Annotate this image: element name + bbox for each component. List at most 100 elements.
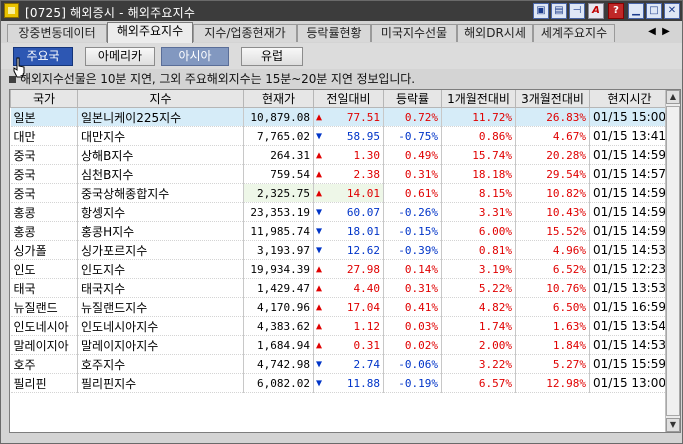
tab-world-indices[interactable]: 세계주요지수: [533, 24, 615, 42]
up-triangle-icon: ▲: [316, 301, 323, 313]
window-a-icon[interactable]: ▣: [533, 3, 549, 19]
cell-index-name: 심천B지수: [77, 164, 244, 184]
pin-icon[interactable]: ⊣: [569, 3, 585, 19]
cell-country: 뉴질랜드: [10, 297, 78, 317]
cell-rate: -0.06%: [383, 354, 442, 374]
cell-country: 태국: [10, 278, 78, 298]
change-value: 12.62: [346, 243, 380, 257]
table-row[interactable]: 중국 상해B지수 264.31 ▲ 1.30 0.49% 15.74% 20.28% 01/15…: [10, 145, 670, 165]
header-time[interactable]: 현지시간: [589, 90, 670, 108]
change-value: 18.01: [346, 224, 380, 238]
cell-rate: -0.39%: [383, 240, 442, 260]
cell-3m-change: 4.96%: [515, 240, 590, 260]
table-row[interactable]: 뉴질랜드 뉴질랜드지수 4,170.96 ▲ 17.04 0.41% 4.82% 6.50% 0…: [10, 297, 670, 317]
table-row[interactable]: 호주 호주지수 4,742.98 ▼ 2.74 -0.06% 3.22% 5.27% 01/15…: [10, 354, 670, 374]
up-triangle-icon: ▲: [316, 149, 323, 161]
close-icon[interactable]: ✕: [664, 3, 680, 19]
header-3m[interactable]: 3개월전대비: [515, 90, 590, 108]
cell-1m-change: 4.82%: [441, 297, 516, 317]
header-index[interactable]: 지수: [77, 90, 244, 108]
cell-3m-change: 15.52%: [515, 221, 590, 241]
region-selector: 주요국 아메리카 아시아 유럽: [1, 43, 682, 69]
tab-us-futures[interactable]: 미국지수선물: [371, 24, 457, 42]
change-value: 0.31: [353, 338, 381, 352]
cell-local-time: 01/15 14:59: [589, 183, 670, 203]
title-bar: [0725] 해외증시 - 해외주요지수 ▣ ▤ ⊣ A ? ▁ □ ✕: [1, 1, 682, 21]
cell-local-time: 01/15 14:59: [589, 145, 670, 165]
table-row[interactable]: 필리핀 필리핀지수 6,082.02 ▼ 11.88 -0.19% 6.57% 12.98% 0…: [10, 373, 670, 393]
table-row[interactable]: 태국 태국지수 1,429.47 ▲ 4.40 0.31% 5.22% 10.76% 01/15…: [10, 278, 670, 298]
cell-change: ▼ 60.07: [313, 202, 384, 222]
subtab-asia[interactable]: 아시아: [161, 47, 229, 66]
cell-local-time: 01/15 13:00: [589, 373, 670, 393]
table-row[interactable]: 홍콩 홍콩H지수 11,985.74 ▼ 18.01 -0.15% 6.00% 15.52% 0…: [10, 221, 670, 241]
table-row[interactable]: 싱가폴 싱가포르지수 3,193.97 ▼ 12.62 -0.39% 0.81% 4.96% 0…: [10, 240, 670, 260]
cell-price: 7,765.02: [243, 126, 314, 146]
tab-index-price[interactable]: 지수/업종현재가: [193, 24, 297, 42]
cell-3m-change: 10.76%: [515, 278, 590, 298]
header-price[interactable]: 현재가: [243, 90, 314, 108]
table-row[interactable]: 인도네시아 인도네시아지수 4,383.62 ▲ 1.12 0.03% 1.74% 1.63%…: [10, 316, 670, 336]
header-change[interactable]: 전일대비: [313, 90, 384, 108]
help-icon[interactable]: ?: [608, 3, 624, 19]
up-triangle-icon: ▲: [316, 282, 323, 294]
scroll-down-icon[interactable]: ▼: [666, 418, 680, 432]
down-triangle-icon: ▼: [316, 225, 323, 237]
delay-notice: 해외지수선물은 10분 지연, 그외 주요해외지수는 15분~20분 지연 정보…: [9, 70, 415, 87]
cell-country: 홍콩: [10, 221, 78, 241]
scroll-up-icon[interactable]: ▲: [666, 90, 680, 104]
tab-rate-status[interactable]: 등락률현황: [297, 24, 371, 42]
cell-index-name: 대만지수: [77, 126, 244, 146]
change-value: 2.74: [353, 357, 381, 371]
minimize-icon[interactable]: ▁: [628, 3, 644, 19]
cell-1m-change: 2.00%: [441, 335, 516, 355]
table-row[interactable]: 일본 일본니케이225지수 10,879.08 ▲ 77.51 0.72% 11.72% 26…: [10, 107, 670, 127]
tab-dr-price[interactable]: 해외DR시세: [457, 24, 533, 42]
change-value: 2.38: [353, 167, 381, 181]
cell-country: 중국: [10, 183, 78, 203]
header-country[interactable]: 국가: [10, 90, 78, 108]
tab-intraday[interactable]: 장중변동데이터: [7, 24, 107, 42]
cell-1m-change: 11.72%: [441, 107, 516, 127]
table-row[interactable]: 중국 중국상해종합지수 2,325.75 ▲ 14.01 0.61% 8.15% 10.82%…: [10, 183, 670, 203]
table-row[interactable]: 중국 심천B지수 759.54 ▲ 2.38 0.31% 18.18% 29.54% 01/15…: [10, 164, 670, 184]
change-value: 17.04: [346, 300, 380, 314]
subtab-america[interactable]: 아메리카: [85, 47, 155, 66]
tab-major-indices[interactable]: 해외주요지수: [107, 22, 193, 43]
vertical-scrollbar[interactable]: ▲ ▼: [665, 90, 680, 432]
cell-change: ▲ 14.01: [313, 183, 384, 203]
cell-price: 759.54: [243, 164, 314, 184]
cell-index-name: 항셍지수: [77, 202, 244, 222]
cell-3m-change: 29.54%: [515, 164, 590, 184]
table-row[interactable]: 인도 인도지수 19,934.39 ▲ 27.98 0.14% 3.19% 6.52% 01/1…: [10, 259, 670, 279]
tab-strip: 장중변동데이터 해외주요지수 지수/업종현재가 등락률현황 미국지수선물 해외D…: [1, 21, 682, 43]
tab-scroll-right-icon[interactable]: ▶: [661, 26, 671, 38]
cell-country: 호주: [10, 354, 78, 374]
up-triangle-icon: ▲: [316, 168, 323, 180]
window-b-icon[interactable]: ▤: [551, 3, 567, 19]
change-value: 11.88: [346, 376, 380, 390]
change-value: 27.98: [346, 262, 380, 276]
cell-rate: 0.02%: [383, 335, 442, 355]
header-rate[interactable]: 등락률: [383, 90, 442, 108]
scroll-thumb[interactable]: [666, 106, 680, 416]
header-1m[interactable]: 1개월전대비: [441, 90, 516, 108]
cell-index-name: 뉴질랜드지수: [77, 297, 244, 317]
indices-grid: 국가 지수 현재가 전일대비 등락률 1개월전대비 3개월전대비 현지시간 일본 일본니케이22…: [10, 90, 670, 393]
table-row[interactable]: 말레이지아 말레이지아지수 1,684.94 ▲ 0.31 0.02% 2.00% 1.84%…: [10, 335, 670, 355]
cell-rate: 0.61%: [383, 183, 442, 203]
cell-local-time: 01/15 16:59: [589, 297, 670, 317]
cell-1m-change: 0.81%: [441, 240, 516, 260]
subtab-europe[interactable]: 유럽: [241, 47, 303, 66]
cell-index-name: 인도네시아지수: [77, 316, 244, 336]
maximize-icon[interactable]: □: [646, 3, 662, 19]
cell-country: 인도: [10, 259, 78, 279]
table-row[interactable]: 대만 대만지수 7,765.02 ▼ 58.95 -0.75% 0.86% 4.67% 01/1…: [10, 126, 670, 146]
font-a-icon[interactable]: A: [588, 3, 604, 19]
cell-1m-change: 18.18%: [441, 164, 516, 184]
change-value: 60.07: [346, 205, 380, 219]
table-row[interactable]: 홍콩 항셍지수 23,353.19 ▼ 60.07 -0.26% 3.31% 10.43% 01…: [10, 202, 670, 222]
cell-change: ▼ 18.01: [313, 221, 384, 241]
cell-price: 11,985.74: [243, 221, 314, 241]
tab-scroll-left-icon[interactable]: ◀: [647, 26, 657, 38]
